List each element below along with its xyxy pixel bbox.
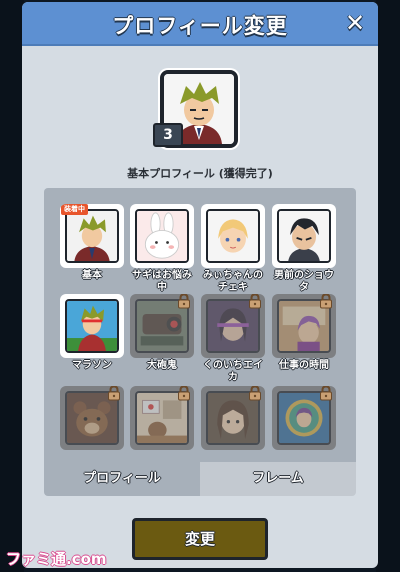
profile-card-frame (130, 294, 194, 358)
profile-card (272, 386, 336, 452)
section-title: 基本プロフィール (獲得完了) (127, 167, 273, 180)
level-badge: 3 (153, 123, 183, 147)
profile-card[interactable]: みぃちゃんのチェキ (201, 204, 265, 294)
profile-card-frame (272, 386, 336, 450)
dialog-title: プロフィール変更 (112, 14, 288, 38)
close-icon[interactable]: ✕ (342, 10, 368, 36)
lock-icon (248, 386, 262, 401)
profile-change-dialog: プロフィール変更 ✕ 3 基本プロフィール (獲得完了) 装着中 基本 サギはお悩み… (22, 2, 378, 568)
profile-card-frame (272, 204, 336, 268)
profile-card: くのいちエイカ (201, 294, 265, 384)
profile-card (201, 386, 265, 452)
lock-icon (319, 386, 333, 401)
runner-icon (65, 299, 119, 353)
profile-card: 仕事の時間 (272, 294, 336, 372)
profile-card-frame (272, 294, 336, 358)
lock-icon (177, 294, 191, 309)
equipped-badge: 装着中 (61, 204, 88, 215)
profile-card-frame: 装着中 (60, 204, 124, 268)
profile-card (60, 386, 124, 452)
lock-icon (248, 294, 262, 309)
dark-hair-boy-icon (277, 209, 331, 263)
profile-card-label: マラソン (72, 360, 112, 371)
profile-card[interactable]: 男前のショウタ (272, 204, 336, 294)
tab-bar: プロフィール フレーム (44, 462, 356, 496)
profile-card-frame (60, 294, 124, 358)
dialog-header: プロフィール変更 ✕ (22, 2, 378, 46)
profile-card-label: みぃちゃんのチェキ (203, 270, 263, 293)
profile-card[interactable]: サギはお悩み中 (130, 204, 194, 294)
profile-card-label: 仕事の時間 (279, 360, 329, 371)
profile-card (130, 386, 194, 452)
profile-card[interactable]: 装着中基本 (60, 204, 124, 282)
profile-card-frame (201, 294, 265, 358)
tab-profile[interactable]: プロフィール (44, 462, 200, 496)
profile-card-frame (60, 386, 124, 450)
background-right (376, 0, 400, 572)
profile-card[interactable]: マラソン (60, 294, 124, 372)
profile-card-label: 基本 (82, 270, 102, 281)
lock-icon (177, 386, 191, 401)
profile-card-frame (201, 386, 265, 450)
profile-card-label: くのいちエイカ (203, 360, 263, 383)
tab-frame[interactable]: フレーム (200, 462, 356, 496)
profile-grid: 装着中 基本 サギはお悩み中 みぃちゃんのチェキ 男前のショウタ マラソン 大砲鬼 くのいちエ… (44, 188, 356, 462)
blonde-girl-icon (206, 209, 260, 263)
watermark-logo: ファミ通.com (6, 550, 107, 568)
profile-card-frame (130, 204, 194, 268)
profile-card-frame (130, 386, 194, 450)
profile-card-frame (201, 204, 265, 268)
profile-card-label: サギはお悩み中 (132, 270, 192, 293)
profile-card: 大砲鬼 (130, 294, 194, 372)
profile-card-label: 男前のショウタ (274, 270, 334, 293)
background-left (0, 0, 24, 572)
change-button[interactable]: 変更 (132, 518, 268, 560)
profile-card-label: 大砲鬼 (147, 360, 177, 371)
lock-icon (319, 294, 333, 309)
businessman-icon (65, 209, 119, 263)
rabbit-icon (135, 209, 189, 263)
lock-icon (107, 386, 121, 401)
